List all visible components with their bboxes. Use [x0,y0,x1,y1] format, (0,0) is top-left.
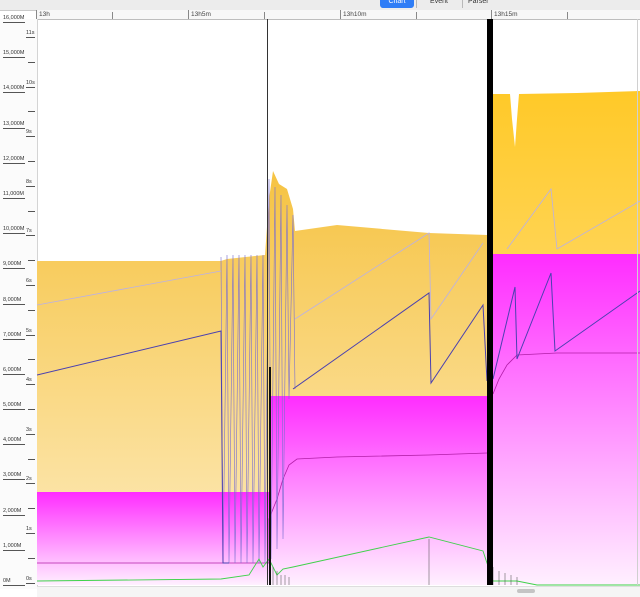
y-axis-time-mark [26,37,35,38]
y-axis-time-label: 1s [26,526,32,532]
y-axis-gridmark [3,268,25,270]
y-axis-memory-label: 3,000M [3,472,22,479]
y-axis-memory-label: 5,000M [3,402,22,409]
y-axis-time-minor-mark [28,161,35,162]
y-axis-memory-label: 0M [3,578,11,584]
y-axis-gridmark [3,549,25,551]
y-axis-gridmark [3,479,25,481]
tab-event-details[interactable]: Event details [417,0,461,8]
y-axis-time-minor-mark [28,508,35,510]
cursor-line-thin[interactable] [267,19,268,585]
ruler-tick [416,12,417,19]
cursor-line-thick[interactable] [487,19,493,585]
y-axis-time-label: 10s [26,79,35,86]
y-axis-memory-label: 9,000M [3,261,22,268]
scrollbar-thumb[interactable] [517,589,535,593]
y-axis-gridmark [3,127,25,129]
ruler-tick [264,12,265,19]
y-axis-gridmark [3,585,25,586]
y-axis-time-mark [26,334,35,336]
y-axis-time-minor-mark [28,557,35,559]
memory-area-magenta-mid [269,396,487,585]
y-axis-gridmark [3,444,25,446]
y-axis-time-label: 3s [26,426,32,433]
chart-right-edge [637,19,638,585]
y-axis-memory-label: 13,000M [3,120,25,127]
y-axis-time-mark [26,86,35,88]
y-axis-memory-label: 6,000M [3,366,22,373]
y-axis-time-minor-mark [28,61,35,63]
y-axis-time-mark [26,384,35,386]
y-axis-gridmark [3,233,25,235]
y-axis-time-label: 8s [26,178,32,185]
memory-area-magenta-left [37,492,269,585]
y-axis-memory-label: 12,000M [3,155,25,162]
y-axis: 16,000M 15,000M 14,000M 13,000M 12,000M 11,00… [0,15,38,589]
y-axis-time-mark [26,285,35,286]
y-axis-time-mark [26,235,35,237]
y-axis-time-label: 7s [26,228,32,235]
y-axis-time-label: 5s [26,327,32,334]
y-axis-time-mark [26,185,35,187]
y-axis-gridmark [3,57,25,59]
y-axis-time-minor-mark [28,260,35,262]
ruler-label: 13h5m [188,10,211,19]
y-axis-gridmark [3,409,25,411]
y-axis-memory-label: 2,000M [3,507,22,514]
y-axis-gridmark [3,197,25,199]
y-axis-memory-label: 14,000M [3,85,25,92]
memory-chart[interactable] [37,19,640,589]
ruler-label: 13h [36,10,50,19]
y-axis-time-mark [26,483,35,485]
y-axis-time-label: 11s [26,30,35,36]
y-axis-time-minor-mark [28,359,35,361]
y-axis-memory-label: 11,000M [3,190,24,197]
y-axis-gridmark [3,514,25,516]
cursor-line-short[interactable] [269,367,271,585]
y-axis-memory-label: 16,000M [3,15,25,21]
y-axis-gridmark [3,162,25,164]
y-axis-memory-label: 1,000M [3,542,22,549]
y-axis-memory-label: 8,000M [3,296,22,303]
y-axis-time-minor-mark [28,309,35,311]
y-axis-time-mark [26,433,35,435]
y-axis-memory-label: 4,000M [3,437,22,444]
tab-parser[interactable]: Parser [463,0,493,8]
y-axis-gridmark [3,373,25,375]
y-axis-time-mark [26,136,35,138]
ruler-label: 13h15m [491,10,518,19]
y-axis-time-label: 2s [26,476,32,483]
y-axis-gridmark [3,338,25,340]
y-axis-time-minor-mark [28,210,35,212]
ruler-tick [112,12,113,19]
y-axis-gridmark [3,303,25,305]
y-axis-time-label: 6s [26,278,32,284]
y-axis-time-mark [26,582,35,584]
y-axis-time-label: 0s [26,575,32,582]
y-axis-memory-label: 7,000M [3,331,22,338]
ruler-tick [567,12,568,19]
y-axis-memory-label: 15,000M [3,50,25,57]
y-axis-time-minor-mark [28,111,35,113]
y-axis-gridmark [3,92,25,94]
y-axis-time-label: 9s [26,129,32,136]
y-axis-gridmark [3,22,25,23]
horizontal-scrollbar[interactable] [37,586,640,597]
ruler-label: 13h10m [340,10,367,19]
y-axis-time-minor-mark [28,458,35,460]
tab-chart[interactable]: Chart [380,0,414,8]
y-axis-time-mark [26,533,35,534]
y-axis-time-minor-mark [28,409,35,410]
y-axis-time-label: 4s [26,377,32,384]
y-axis-memory-label: 10,000M [3,226,25,233]
